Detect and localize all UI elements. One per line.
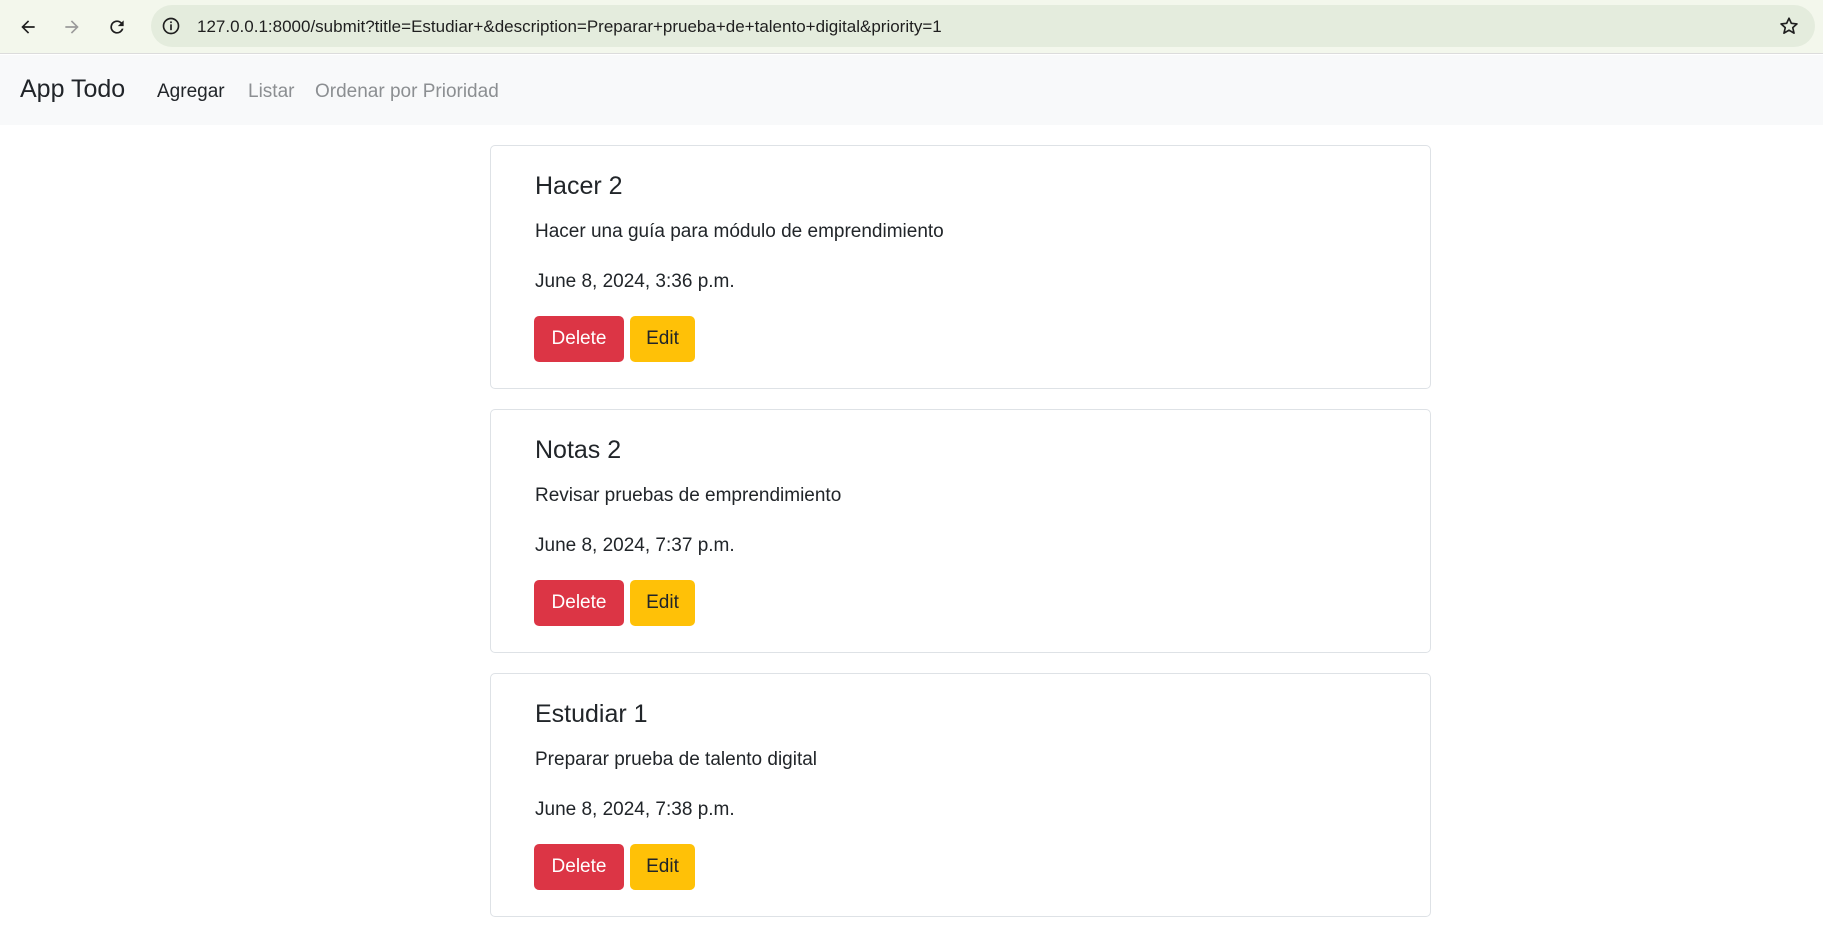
- nav-link-ordenar-por-prioridad[interactable]: Ordenar por Prioridad: [315, 81, 499, 103]
- arrow-right-icon: [65, 20, 79, 34]
- task-date: June 8, 2024, 3:36 p.m.: [535, 271, 735, 292]
- edit-button[interactable]: Edit: [630, 316, 695, 362]
- app-navbar: App Todo Agregar Listar Ordenar por Prio…: [0, 55, 1823, 125]
- back-button[interactable]: [12, 11, 44, 43]
- task-title: Notas 2: [535, 436, 622, 464]
- star-icon[interactable]: [1777, 14, 1801, 38]
- info-icon[interactable]: [159, 14, 183, 38]
- edit-button[interactable]: Edit: [630, 844, 695, 890]
- task-description: Revisar pruebas de emprendimiento: [535, 485, 842, 506]
- delete-button[interactable]: Delete: [534, 844, 624, 890]
- task-card: Estudiar 1 Preparar prueba de talento di…: [490, 673, 1431, 917]
- url-text[interactable]: 127.0.0.1:8000/submit?title=Estudiar+&de…: [197, 17, 942, 37]
- nav-link-listar[interactable]: Listar: [248, 81, 294, 103]
- task-title: Hacer 2: [535, 172, 623, 200]
- forward-button[interactable]: [56, 11, 88, 43]
- task-title: Estudiar 1: [535, 700, 648, 728]
- arrow-left-icon: [21, 20, 35, 34]
- reload-icon: [110, 20, 124, 34]
- task-date: June 8, 2024, 7:37 p.m.: [535, 535, 735, 556]
- task-card: Hacer 2 Hacer una guía para módulo de em…: [490, 145, 1431, 389]
- browser-toolbar: 127.0.0.1:8000/submit?title=Estudiar+&de…: [0, 0, 1823, 54]
- reload-button[interactable]: [101, 11, 133, 43]
- delete-button[interactable]: Delete: [534, 316, 624, 362]
- edit-button[interactable]: Edit: [630, 580, 695, 626]
- task-description: Hacer una guía para módulo de emprendimi…: [535, 221, 944, 242]
- address-bar[interactable]: 127.0.0.1:8000/submit?title=Estudiar+&de…: [151, 5, 1815, 47]
- task-description: Preparar prueba de talento digital: [535, 749, 818, 770]
- task-date: June 8, 2024, 7:38 p.m.: [535, 799, 735, 820]
- task-card: Notas 2 Revisar pruebas de emprendimient…: [490, 409, 1431, 653]
- delete-button[interactable]: Delete: [534, 580, 624, 626]
- navbar-brand[interactable]: App Todo: [20, 75, 125, 104]
- nav-link-agregar[interactable]: Agregar: [157, 81, 225, 103]
